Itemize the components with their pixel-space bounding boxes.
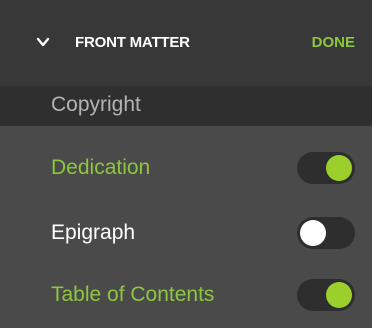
panel-header: FRONT MATTER DONE [0,0,372,86]
list-item-copyright[interactable]: Copyright [0,86,372,126]
front-matter-panel: FRONT MATTER DONE Copyright Dedication E… [0,0,372,328]
list-item-table-of-contents: Table of Contents [0,262,372,328]
epigraph-toggle[interactable] [297,217,355,249]
list-item-dedication: Dedication [0,135,372,201]
done-button[interactable]: DONE [312,33,355,53]
list-item-label: Dedication [51,156,151,179]
toggle-knob [300,220,326,246]
toggle-knob [326,282,352,308]
dedication-toggle[interactable] [297,152,355,184]
list-item-label: Epigraph [51,221,136,244]
table-of-contents-toggle[interactable] [297,279,355,311]
list-item-label: Copyright [51,93,141,116]
list-item-epigraph: Epigraph [0,201,372,267]
list-item-label: Table of Contents [51,283,215,306]
toggle-knob [326,155,352,181]
chevron-down-icon[interactable] [36,36,50,48]
section-title: FRONT MATTER [75,34,190,51]
